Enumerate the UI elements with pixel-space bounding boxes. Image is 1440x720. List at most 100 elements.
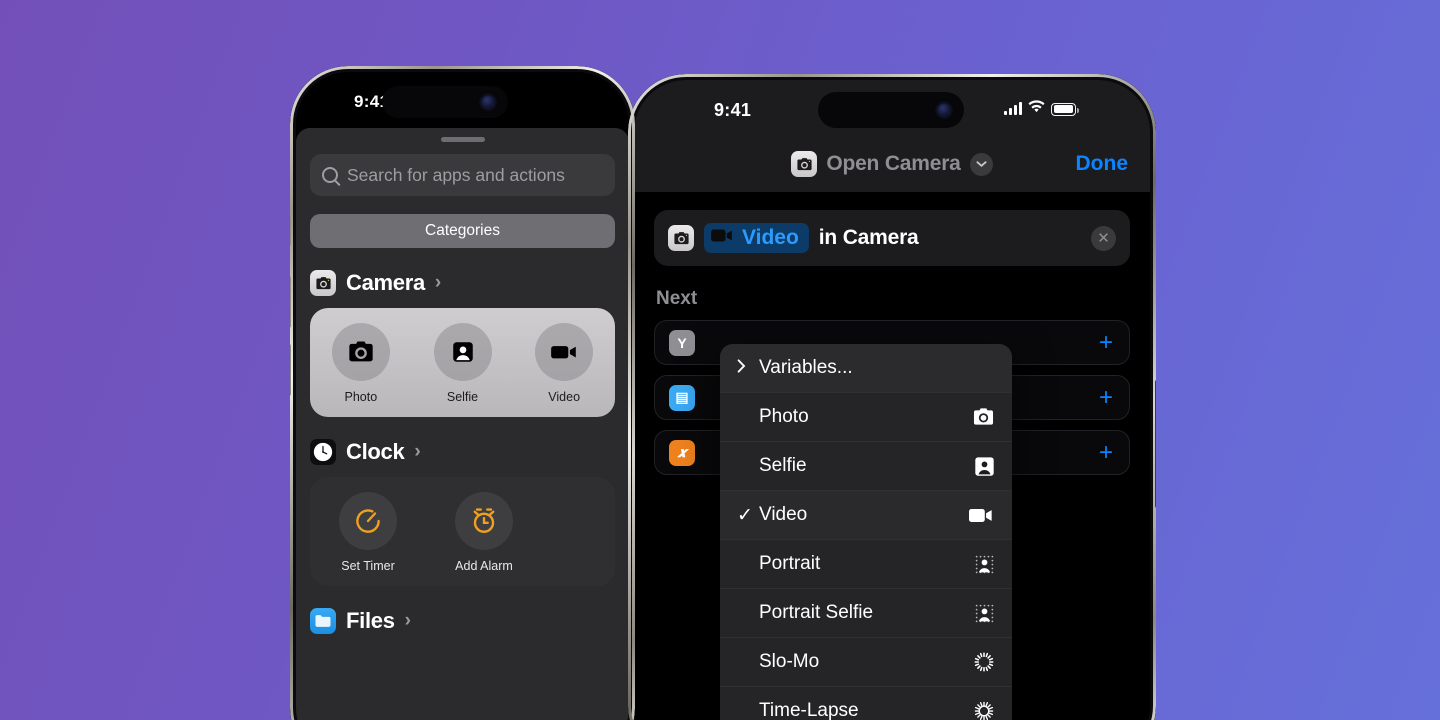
categories-label: Categories — [425, 222, 500, 239]
action-open-camera-row[interactable]: Video in Camera ✕ — [654, 210, 1130, 266]
chevron-right-icon: › — [404, 610, 411, 631]
group-title-files: Files — [346, 608, 395, 633]
front-camera-lens-icon — [938, 104, 950, 116]
alarm-clock-icon — [455, 492, 513, 550]
menu-item-portrait[interactable]: Portrait — [720, 540, 1012, 589]
chevron-right-icon — [737, 357, 746, 379]
chevron-right-icon: › — [434, 272, 442, 293]
action-label-selfie: Selfie — [446, 390, 479, 404]
menu-item-label: Variables... — [759, 357, 853, 378]
chevron-right-icon: › — [414, 441, 421, 462]
left-phone-device: 9:41 Search for apps and actions Categor… — [290, 66, 635, 720]
person-portrait-icon — [969, 456, 995, 477]
menu-item-slo-mo[interactable]: Slo-Mo — [720, 638, 1012, 687]
group-header-files[interactable]: Files › — [296, 608, 629, 634]
action-suffix-text: in Camera — [818, 226, 919, 249]
person-portrait-icon — [433, 323, 492, 381]
action-tile-add-alarm[interactable]: Add Alarm — [426, 492, 542, 573]
timer-icon — [339, 492, 397, 550]
camera-mode-value: Video — [742, 226, 799, 249]
files-app-icon — [310, 608, 336, 634]
editor-header: Open Camera Done — [634, 136, 1150, 192]
camera-mode-token[interactable]: Video — [704, 223, 809, 253]
menu-item-label: Photo — [759, 406, 809, 427]
menu-item-portrait-selfie[interactable]: Portrait Selfie — [720, 589, 1012, 638]
shortcut-title-label: Open Camera — [826, 152, 961, 175]
menu-item-label: Selfie — [759, 455, 807, 476]
news-app-icon: ▤ — [669, 384, 695, 411]
menu-item-selfie[interactable]: Selfie — [720, 442, 1012, 491]
group-title-clock: Clock — [346, 439, 405, 464]
signal-bars-icon — [1004, 102, 1022, 115]
mute-switch[interactable] — [290, 216, 291, 246]
video-camera-icon — [535, 323, 594, 381]
time-lapse-icon — [969, 700, 995, 720]
sheet-grabber[interactable] — [440, 137, 485, 142]
right-status-bar: 9:41 — [634, 80, 1150, 136]
camera-app-icon — [791, 151, 818, 177]
menu-item-label: Time-Lapse — [759, 700, 859, 720]
camera-icon — [331, 323, 390, 381]
camera-icon — [969, 407, 995, 427]
dynamic-island — [818, 92, 964, 128]
power-button[interactable] — [1155, 380, 1156, 508]
group-header-clock[interactable]: Clock › — [296, 439, 629, 465]
menu-item-label: Video — [759, 504, 808, 525]
next-section-label: Next — [656, 288, 698, 309]
search-input[interactable]: Search for apps and actions — [310, 154, 615, 196]
add-button[interactable]: + — [1099, 330, 1113, 355]
portrait-selfie-icon — [969, 603, 995, 624]
editor-body: Video in Camera ✕ Next Y + ▤ + 𝒙 + Varia… — [634, 192, 1150, 720]
y-app-icon: Y — [669, 329, 695, 356]
volume-up-button[interactable] — [290, 276, 291, 328]
left-status-bar: 9:41 — [296, 72, 629, 128]
menu-item-time-lapse[interactable]: Time-Lapse — [720, 687, 1012, 720]
chevron-down-icon[interactable] — [969, 152, 993, 176]
action-label-photo: Photo — [344, 390, 378, 404]
portrait-depth-icon — [969, 554, 995, 575]
menu-item-photo[interactable]: Photo — [720, 393, 1012, 442]
done-button[interactable]: Done — [1076, 152, 1129, 176]
search-placeholder: Search for apps and actions — [347, 164, 565, 185]
front-camera-lens-icon — [482, 96, 494, 108]
action-label-add-alarm: Add Alarm — [455, 559, 513, 573]
video-camera-icon — [969, 506, 995, 525]
action-tile-photo[interactable]: Photo — [310, 323, 412, 404]
slo-mo-icon — [969, 651, 995, 673]
clock-app-icon — [310, 439, 336, 465]
battery-icon — [1051, 102, 1079, 116]
camera-app-icon — [668, 225, 694, 251]
group-title-camera: Camera — [346, 270, 425, 295]
action-tile-video[interactable]: Video — [513, 323, 615, 404]
camera-app-icon — [310, 270, 336, 296]
search-icon — [322, 167, 338, 183]
wifi-icon — [1028, 100, 1045, 118]
add-button[interactable]: + — [1099, 385, 1113, 410]
menu-item-label: Portrait — [759, 553, 821, 574]
clock-actions-card: Set Timer Add Alarm — [310, 477, 615, 586]
right-phone-device: 9:41 Open Camera Done Video in Camera ✕ … — [628, 74, 1156, 720]
menu-item-variables[interactable]: Variables... — [720, 344, 1012, 393]
action-tile-selfie[interactable]: Selfie — [412, 323, 514, 404]
left-phone-screen: 9:41 Search for apps and actions Categor… — [296, 72, 629, 720]
action-tile-set-timer[interactable]: Set Timer — [310, 492, 426, 573]
right-phone-screen: 9:41 Open Camera Done Video in Camera ✕ … — [634, 80, 1150, 720]
menu-item-video[interactable]: ✓ Video — [720, 491, 1012, 540]
close-icon[interactable]: ✕ — [1091, 225, 1116, 251]
video-camera-icon — [711, 226, 735, 250]
checkmark-icon: ✓ — [737, 504, 753, 526]
camera-actions-card: Photo Selfie Video — [310, 308, 615, 417]
status-indicators — [1004, 100, 1079, 118]
status-time: 9:41 — [714, 100, 752, 120]
categories-button[interactable]: Categories — [310, 214, 615, 248]
group-header-camera[interactable]: Camera › — [296, 270, 629, 296]
x-app-icon: 𝒙 — [669, 439, 695, 466]
add-button[interactable]: + — [1099, 440, 1113, 465]
dynamic-island — [382, 86, 508, 118]
shortcut-title[interactable]: Open Camera — [791, 151, 993, 177]
volume-down-button[interactable] — [290, 344, 291, 396]
menu-item-label: Portrait Selfie — [759, 602, 874, 623]
camera-mode-dropdown-menu[interactable]: Variables... Photo Selfie ✓ Video Portra… — [720, 344, 1012, 720]
menu-item-label: Slo-Mo — [759, 651, 820, 672]
action-picker-sheet: Search for apps and actions Categories C… — [296, 128, 629, 720]
